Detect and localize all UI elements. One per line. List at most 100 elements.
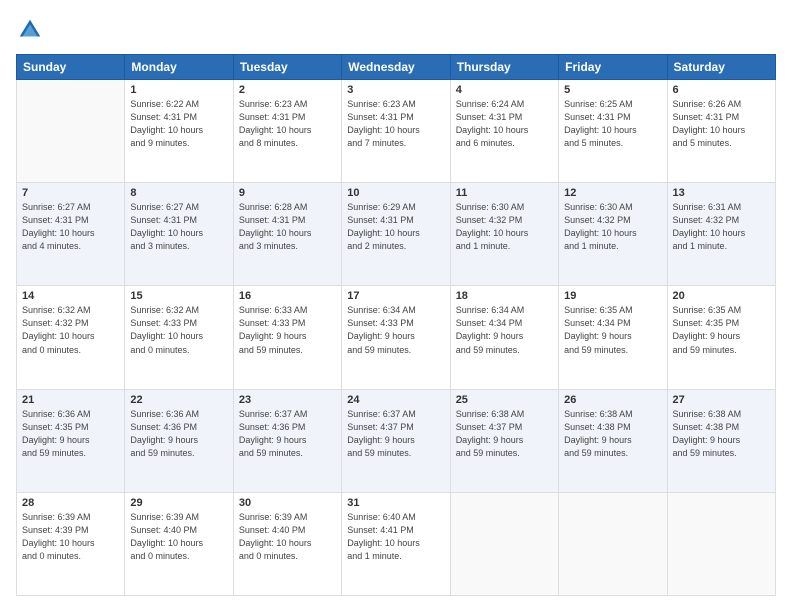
- weekday-wednesday: Wednesday: [342, 55, 450, 80]
- day-info: Sunrise: 6:29 AMSunset: 4:31 PMDaylight:…: [347, 201, 444, 253]
- weekday-tuesday: Tuesday: [233, 55, 341, 80]
- weekday-friday: Friday: [559, 55, 667, 80]
- day-number: 24: [347, 394, 444, 406]
- day-info: Sunrise: 6:35 AMSunset: 4:35 PMDaylight:…: [673, 304, 770, 356]
- day-info: Sunrise: 6:37 AMSunset: 4:37 PMDaylight:…: [347, 408, 444, 460]
- calendar-cell: 14 Sunrise: 6:32 AMSunset: 4:32 PMDayligh…: [17, 286, 125, 389]
- day-info: Sunrise: 6:38 AMSunset: 4:38 PMDaylight:…: [564, 408, 661, 460]
- day-number: 4: [456, 84, 553, 96]
- calendar-cell: 29Sunrise: 6:39 AMSunset: 4:40 PMDayligh…: [125, 492, 233, 595]
- week-row-0: 1 Sunrise: 6:22 AMSunset: 4:31 PMDaylight…: [17, 80, 776, 183]
- calendar-cell: 15 Sunrise: 6:32 AMSunset: 4:33 PMDayligh…: [125, 286, 233, 389]
- calendar-cell: 6 Sunrise: 6:26 AMSunset: 4:31 PMDaylight…: [667, 80, 775, 183]
- day-number: 3: [347, 84, 444, 96]
- weekday-sunday: Sunday: [17, 55, 125, 80]
- calendar-cell: 21 Sunrise: 6:36 AMSunset: 4:35 PMDayligh…: [17, 389, 125, 492]
- day-info: Sunrise: 6:30 AMSunset: 4:32 PMDaylight:…: [456, 201, 553, 253]
- day-number: 26: [564, 394, 661, 406]
- day-info: Sunrise: 6:31 AMSunset: 4:32 PMDaylight:…: [673, 201, 770, 253]
- calendar-cell: 1 Sunrise: 6:22 AMSunset: 4:31 PMDaylight…: [125, 80, 233, 183]
- header: [16, 16, 776, 44]
- calendar-cell: 20 Sunrise: 6:35 AMSunset: 4:35 PMDayligh…: [667, 286, 775, 389]
- week-row-1: 7 Sunrise: 6:27 AMSunset: 4:31 PMDaylight…: [17, 183, 776, 286]
- calendar-cell: 19Sunrise: 6:35 AMSunset: 4:34 PMDayligh…: [559, 286, 667, 389]
- week-row-4: 28 Sunrise: 6:39 AMSunset: 4:39 PMDayligh…: [17, 492, 776, 595]
- day-info: Sunrise: 6:27 AMSunset: 4:31 PMDaylight:…: [22, 201, 119, 253]
- day-info: Sunrise: 6:38 AMSunset: 4:38 PMDaylight:…: [673, 408, 770, 460]
- weekday-monday: Monday: [125, 55, 233, 80]
- day-number: 8: [130, 187, 227, 199]
- day-info: Sunrise: 6:23 AMSunset: 4:31 PMDaylight:…: [347, 98, 444, 150]
- day-number: 2: [239, 84, 336, 96]
- day-number: 16: [239, 290, 336, 302]
- calendar-cell: 25Sunrise: 6:38 AMSunset: 4:37 PMDayligh…: [450, 389, 558, 492]
- day-info: Sunrise: 6:40 AMSunset: 4:41 PMDaylight:…: [347, 511, 444, 563]
- day-number: 1: [130, 84, 227, 96]
- day-info: Sunrise: 6:34 AMSunset: 4:34 PMDaylight:…: [456, 304, 553, 356]
- day-info: Sunrise: 6:26 AMSunset: 4:31 PMDaylight:…: [673, 98, 770, 150]
- day-number: 11: [456, 187, 553, 199]
- calendar-cell: [450, 492, 558, 595]
- day-info: Sunrise: 6:32 AMSunset: 4:33 PMDaylight:…: [130, 304, 227, 356]
- calendar-cell: 17 Sunrise: 6:34 AMSunset: 4:33 PMDayligh…: [342, 286, 450, 389]
- calendar-cell: 8 Sunrise: 6:27 AMSunset: 4:31 PMDaylight…: [125, 183, 233, 286]
- day-number: 6: [673, 84, 770, 96]
- calendar-cell: 11 Sunrise: 6:30 AMSunset: 4:32 PMDayligh…: [450, 183, 558, 286]
- calendar-cell: 2 Sunrise: 6:23 AMSunset: 4:31 PMDaylight…: [233, 80, 341, 183]
- day-number: 29: [130, 497, 227, 509]
- calendar-cell: 5 Sunrise: 6:25 AMSunset: 4:31 PMDaylight…: [559, 80, 667, 183]
- calendar-cell: 28 Sunrise: 6:39 AMSunset: 4:39 PMDayligh…: [17, 492, 125, 595]
- calendar: SundayMondayTuesdayWednesdayThursdayFrid…: [16, 54, 776, 596]
- calendar-cell: 7 Sunrise: 6:27 AMSunset: 4:31 PMDaylight…: [17, 183, 125, 286]
- calendar-cell: 27 Sunrise: 6:38 AMSunset: 4:38 PMDayligh…: [667, 389, 775, 492]
- day-number: 20: [673, 290, 770, 302]
- day-number: 15: [130, 290, 227, 302]
- day-info: Sunrise: 6:23 AMSunset: 4:31 PMDaylight:…: [239, 98, 336, 150]
- day-number: 17: [347, 290, 444, 302]
- day-info: Sunrise: 6:35 AMSunset: 4:34 PMDaylight:…: [564, 304, 661, 356]
- day-number: 25: [456, 394, 553, 406]
- day-number: 30: [239, 497, 336, 509]
- calendar-cell: 22Sunrise: 6:36 AMSunset: 4:36 PMDayligh…: [125, 389, 233, 492]
- day-number: 9: [239, 187, 336, 199]
- day-number: 14: [22, 290, 119, 302]
- calendar-cell: 12Sunrise: 6:30 AMSunset: 4:32 PMDayligh…: [559, 183, 667, 286]
- calendar-cell: [559, 492, 667, 595]
- calendar-cell: 4 Sunrise: 6:24 AMSunset: 4:31 PMDaylight…: [450, 80, 558, 183]
- calendar-cell: 26 Sunrise: 6:38 AMSunset: 4:38 PMDayligh…: [559, 389, 667, 492]
- day-info: Sunrise: 6:24 AMSunset: 4:31 PMDaylight:…: [456, 98, 553, 150]
- day-info: Sunrise: 6:27 AMSunset: 4:31 PMDaylight:…: [130, 201, 227, 253]
- weekday-header-row: SundayMondayTuesdayWednesdayThursdayFrid…: [17, 55, 776, 80]
- logo: [16, 16, 48, 44]
- logo-icon: [16, 16, 44, 44]
- weekday-saturday: Saturday: [667, 55, 775, 80]
- weekday-thursday: Thursday: [450, 55, 558, 80]
- day-number: 5: [564, 84, 661, 96]
- calendar-cell: 31 Sunrise: 6:40 AMSunset: 4:41 PMDayligh…: [342, 492, 450, 595]
- day-number: 23: [239, 394, 336, 406]
- calendar-cell: [17, 80, 125, 183]
- calendar-cell: 30Sunrise: 6:39 AMSunset: 4:40 PMDayligh…: [233, 492, 341, 595]
- calendar-cell: 24 Sunrise: 6:37 AMSunset: 4:37 PMDayligh…: [342, 389, 450, 492]
- day-number: 22: [130, 394, 227, 406]
- day-info: Sunrise: 6:39 AMSunset: 4:39 PMDaylight:…: [22, 511, 119, 563]
- day-info: Sunrise: 6:32 AMSunset: 4:32 PMDaylight:…: [22, 304, 119, 356]
- day-info: Sunrise: 6:36 AMSunset: 4:35 PMDaylight:…: [22, 408, 119, 460]
- day-number: 27: [673, 394, 770, 406]
- day-info: Sunrise: 6:33 AMSunset: 4:33 PMDaylight:…: [239, 304, 336, 356]
- day-info: Sunrise: 6:34 AMSunset: 4:33 PMDaylight:…: [347, 304, 444, 356]
- calendar-cell: 10Sunrise: 6:29 AMSunset: 4:31 PMDayligh…: [342, 183, 450, 286]
- day-info: Sunrise: 6:28 AMSunset: 4:31 PMDaylight:…: [239, 201, 336, 253]
- page: SundayMondayTuesdayWednesdayThursdayFrid…: [0, 0, 792, 612]
- day-number: 31: [347, 497, 444, 509]
- calendar-cell: 18 Sunrise: 6:34 AMSunset: 4:34 PMDayligh…: [450, 286, 558, 389]
- day-number: 7: [22, 187, 119, 199]
- day-number: 28: [22, 497, 119, 509]
- calendar-cell: 3 Sunrise: 6:23 AMSunset: 4:31 PMDaylight…: [342, 80, 450, 183]
- day-number: 12: [564, 187, 661, 199]
- day-info: Sunrise: 6:22 AMSunset: 4:31 PMDaylight:…: [130, 98, 227, 150]
- day-number: 21: [22, 394, 119, 406]
- day-info: Sunrise: 6:25 AMSunset: 4:31 PMDaylight:…: [564, 98, 661, 150]
- week-row-3: 21 Sunrise: 6:36 AMSunset: 4:35 PMDayligh…: [17, 389, 776, 492]
- day-number: 18: [456, 290, 553, 302]
